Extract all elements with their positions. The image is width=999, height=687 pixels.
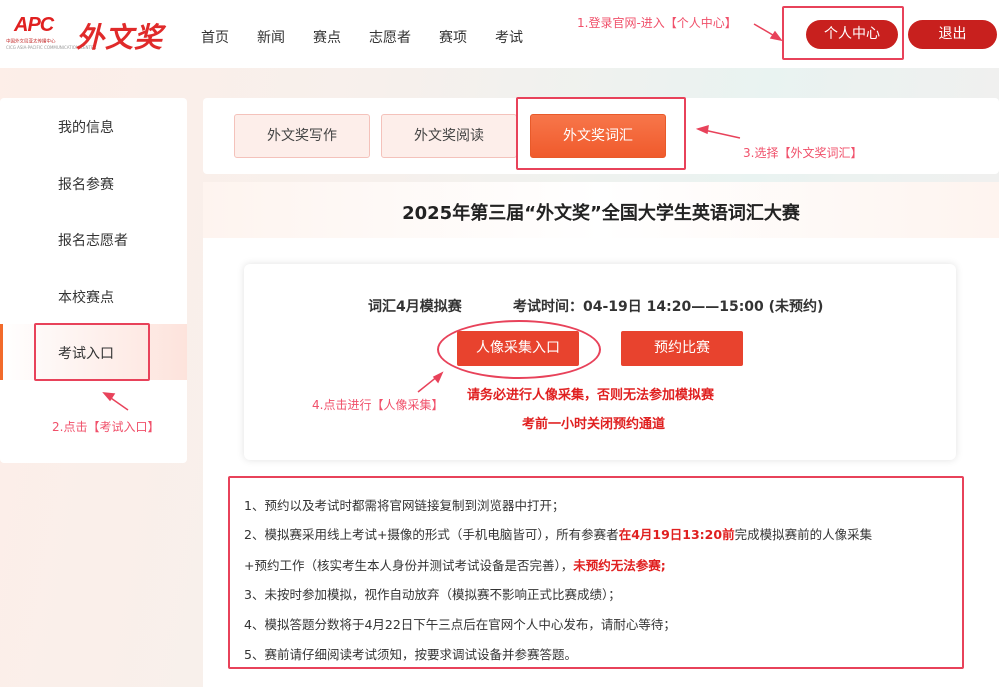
arrow-step-3	[703, 129, 741, 139]
arrow-head-step-3	[695, 124, 709, 135]
arrow-head-step-1	[769, 30, 783, 42]
annotation-arrows	[102, 23, 783, 411]
arrow-head-step-4	[432, 371, 444, 384]
